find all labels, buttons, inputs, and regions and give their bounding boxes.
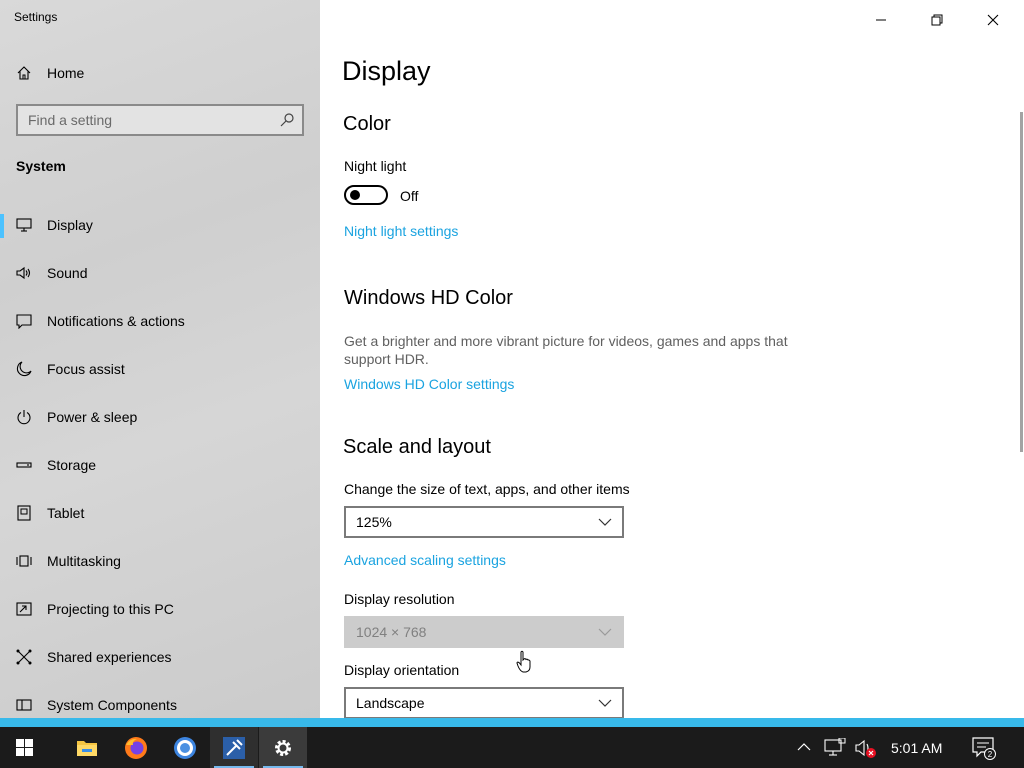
night-light-label: Night light — [344, 158, 407, 174]
sidebar-home-label: Home — [47, 65, 85, 81]
start-icon — [15, 739, 33, 756]
close-button[interactable] — [970, 6, 1016, 34]
hand-cursor-icon — [516, 650, 531, 673]
system-components-icon — [16, 699, 32, 711]
hd-color-description: Get a brighter and more vibrant picture … — [344, 333, 788, 367]
sidebar-nav: Display Sound Notifications & actions Fo… — [0, 206, 320, 718]
hd-color-settings-link[interactable]: Windows HD Color settings — [344, 376, 514, 392]
scale-dropdown[interactable]: 125% — [344, 506, 624, 538]
scale-value: 125% — [356, 514, 392, 530]
sidebar-item-label: Power & sleep — [47, 409, 138, 425]
shared-experiences-icon — [16, 649, 32, 665]
minimize-icon — [876, 19, 886, 21]
sidebar-item-storage[interactable]: Storage — [0, 446, 320, 494]
orientation-label: Display orientation — [344, 662, 460, 678]
show-hidden-icons-chevron-icon[interactable] — [796, 739, 812, 755]
window-accent-strip — [0, 718, 1024, 727]
speaker-icon — [16, 266, 31, 280]
sidebar-item-label: Shared experiences — [47, 649, 172, 665]
file-explorer-icon — [77, 740, 97, 756]
sidebar-item-label: Notifications & actions — [47, 313, 185, 329]
firefox-icon — [125, 736, 147, 759]
chrome-icon — [174, 736, 196, 759]
section-heading-hd-color: Windows HD Color — [344, 287, 513, 309]
sidebar-item-label: Sound — [47, 265, 88, 281]
night-light-settings-link[interactable]: Night light settings — [344, 223, 458, 239]
sidebar-item-label: Projecting to this PC — [47, 601, 174, 617]
action-center-icon: 2 — [972, 737, 996, 760]
scale-label: Change the size of text, apps, and other… — [344, 481, 630, 497]
notification-count: 2 — [988, 750, 993, 759]
sidebar-item-tablet[interactable]: Tablet — [0, 494, 320, 542]
resolution-value: 1024 × 768 — [356, 624, 427, 640]
resolution-dropdown[interactable]: 1024 × 768 — [344, 616, 624, 648]
taskbar-firefox[interactable] — [112, 727, 160, 768]
night-light-toggle[interactable] — [344, 185, 388, 205]
scrollbar-thumb[interactable] — [1020, 112, 1023, 452]
chevron-down-icon — [598, 628, 612, 636]
power-icon — [17, 410, 31, 425]
monitor-icon — [16, 218, 32, 232]
search-icon[interactable] — [279, 112, 295, 128]
taskbar-file-explorer[interactable] — [63, 727, 111, 768]
network-icon[interactable] — [824, 738, 846, 758]
sidebar-item-multitasking[interactable]: Multitasking — [0, 542, 320, 590]
taskbar-clock[interactable]: 5:01 AM — [891, 740, 942, 756]
sidebar-item-label: Display — [47, 217, 93, 233]
sidebar-item-display[interactable]: Display — [0, 206, 320, 254]
tablet-icon — [17, 505, 31, 521]
settings-gear-icon — [275, 739, 291, 756]
sidebar-item-shared-experiences[interactable]: Shared experiences — [0, 638, 320, 686]
sidebar: Settings Home System Display So — [0, 0, 320, 718]
search-input[interactable] — [18, 106, 279, 134]
main-content: Display Color Night light Off Night ligh… — [320, 0, 1024, 718]
sidebar-item-sound[interactable]: Sound — [0, 254, 320, 302]
chevron-down-icon — [598, 518, 612, 526]
storage-icon — [16, 462, 32, 468]
action-center-button[interactable]: 2 — [972, 736, 996, 760]
restore-icon — [931, 14, 943, 26]
volume-muted-icon[interactable] — [854, 738, 878, 760]
start-button[interactable] — [0, 727, 48, 768]
sidebar-item-focus-assist[interactable]: Focus assist — [0, 350, 320, 398]
search-box[interactable] — [16, 104, 304, 136]
projecting-icon — [16, 602, 32, 616]
sidebar-item-label: System Components — [47, 697, 177, 713]
advanced-scaling-link[interactable]: Advanced scaling settings — [344, 552, 506, 568]
multitasking-icon — [16, 555, 32, 567]
sidebar-item-label: Focus assist — [47, 361, 125, 377]
night-light-state: Off — [400, 188, 419, 204]
close-icon — [987, 14, 999, 26]
restore-button[interactable] — [914, 6, 960, 34]
resolution-label: Display resolution — [344, 591, 455, 607]
taskbar-tool-app[interactable] — [210, 727, 258, 768]
taskbar-settings[interactable] — [259, 727, 307, 768]
sidebar-item-label: Tablet — [47, 505, 85, 521]
taskbar-chrome[interactable] — [161, 727, 209, 768]
page-title: Display — [342, 56, 431, 86]
orientation-dropdown[interactable]: Landscape — [344, 687, 624, 718]
sidebar-item-power-sleep[interactable]: Power & sleep — [0, 398, 320, 446]
section-heading-color: Color — [343, 113, 391, 135]
orientation-value: Landscape — [356, 695, 425, 711]
notification-icon — [16, 314, 32, 329]
sidebar-item-projecting[interactable]: Projecting to this PC — [0, 590, 320, 638]
section-heading-system: System — [16, 158, 66, 174]
chevron-down-icon — [598, 699, 612, 707]
sidebar-home[interactable]: Home — [0, 58, 320, 88]
sidebar-item-label: Multitasking — [47, 553, 121, 569]
minimize-button[interactable] — [858, 6, 904, 34]
taskbar: 5:01 AM 2 — [0, 727, 1024, 768]
sidebar-item-system-components[interactable]: System Components — [0, 686, 320, 718]
moon-icon — [16, 361, 32, 377]
tool-app-icon — [223, 736, 245, 759]
section-heading-scale: Scale and layout — [343, 436, 491, 458]
sidebar-item-notifications[interactable]: Notifications & actions — [0, 302, 320, 350]
home-icon — [17, 66, 31, 80]
sidebar-item-label: Storage — [47, 457, 97, 473]
app-title: Settings — [14, 10, 58, 24]
